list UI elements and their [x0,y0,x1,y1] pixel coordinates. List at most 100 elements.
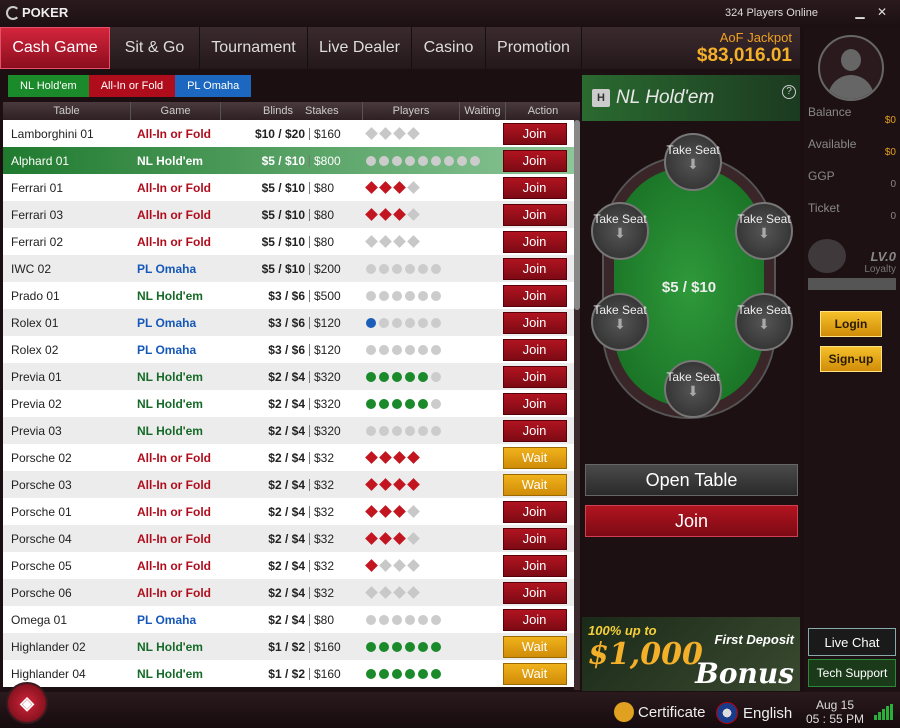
empty-seat-icon [379,127,392,140]
scrollbar-thumb[interactable] [574,120,580,310]
live-chat-button[interactable]: Live Chat [808,628,896,656]
stakes: $32 [309,559,362,572]
table-row[interactable]: Ferrari 02 All-In or Fold $5 / $10 $80 Join [3,228,574,255]
occupied-seat-icon [365,532,378,545]
tab-live-dealer[interactable]: Live Dealer [308,27,412,69]
table-row[interactable]: IWC 02 PL Omaha $5 / $10 $200 Join [3,255,574,282]
col-players[interactable]: Players [363,102,460,120]
login-button[interactable]: Login [820,311,882,337]
tab-tournament[interactable]: Tournament [200,27,308,69]
deposit-bonus-banner[interactable]: 100% up to $1,000 First Deposit Bonus [582,617,800,691]
wait-button[interactable]: Wait [502,662,567,685]
table-row[interactable]: Porsche 04 All-In or Fold $2 / $4 $32 Join [3,525,574,552]
join-button[interactable]: Join [502,500,567,523]
table-row[interactable]: Prado 01 NL Hold'em $3 / $6 $500 Join [3,282,574,309]
filter-nl-holdem[interactable]: NL Hold'em [8,75,89,97]
stakes: $80 [309,613,362,626]
tech-support-button[interactable]: Tech Support [808,659,896,687]
join-button[interactable]: Join [502,608,567,631]
tab-cash-game[interactable]: Cash Game [0,27,110,69]
take-seat-button[interactable]: Take Seat ⬇ [591,202,649,260]
close-button[interactable]: ✕ [874,5,890,19]
stakes: $200 [309,262,362,275]
take-seat-button[interactable]: Take Seat ⬇ [664,133,722,191]
join-button[interactable]: Join [502,419,567,442]
open-table-button[interactable]: Open Table [585,464,798,496]
jackpot-label: AoF Jackpot [719,30,792,45]
blinds: $2 / $4 [268,450,305,465]
join-button[interactable]: Join [502,203,567,226]
join-button[interactable]: Join [502,230,567,253]
tab-sit-and-go[interactable]: Sit & Go [110,27,200,69]
wait-button[interactable]: Wait [502,635,567,658]
help-icon[interactable]: ? [782,85,796,99]
table-row[interactable]: Porsche 03 All-In or Fold $2 / $4 $32 Wait [3,471,574,498]
language-selector[interactable]: English [716,702,792,724]
table-row[interactable]: Ferrari 03 All-In or Fold $5 / $10 $80 Join [3,201,574,228]
blinds: $2 / $4 [268,612,305,627]
table-row[interactable]: Rolex 01 PL Omaha $3 / $6 $120 Join [3,309,574,336]
table-row[interactable]: Porsche 06 All-In or Fold $2 / $4 $32 Join [3,579,574,606]
table-row[interactable]: Alphard 01 NL Hold'em $5 / $10 $800 Join [3,147,574,174]
join-button[interactable]: Join [502,149,567,172]
table-row[interactable]: Previa 01 NL Hold'em $2 / $4 $320 Join [3,363,574,390]
join-button[interactable]: Join [502,554,567,577]
occupied-seat-icon [393,532,406,545]
occupied-seat-icon [379,371,389,382]
join-button[interactable]: Join [502,365,567,388]
blinds: $5 / $10 [261,153,305,168]
account-sidebar: Balance $0 Available $0 GGP 0 Ticket 0 LV.0 … [804,27,900,692]
filter-all-in-or-fold[interactable]: All-In or Fold [88,75,176,97]
avatar[interactable] [818,35,884,101]
join-button[interactable]: Join [502,338,567,361]
table-row[interactable]: Highlander 04 NL Hold'em $1 / $2 $160 Wait [3,660,574,687]
table-row[interactable]: Ferrari 01 All-In or Fold $5 / $10 $80 Join [3,174,574,201]
signal-icon [874,704,893,720]
col-table[interactable]: Table [3,102,131,120]
col-stakes[interactable]: Stakes [301,102,363,120]
join-button[interactable]: Join [502,392,567,415]
occupied-seat-icon [392,371,402,382]
players-indicator [362,290,502,301]
col-action[interactable]: Action [506,102,580,120]
empty-seat-icon [392,344,402,355]
join-button[interactable]: Join [502,284,567,307]
take-seat-button[interactable]: Take Seat ⬇ [735,293,793,351]
col-waiting[interactable]: Waiting [460,102,506,120]
table-row[interactable]: Porsche 02 All-In or Fold $2 / $4 $32 Wait [3,444,574,471]
table-row[interactable]: Lamborghini 01 All-In or Fold $10 / $20 $16… [3,120,574,147]
join-button[interactable]: Join [502,311,567,334]
join-button[interactable]: Join [502,581,567,604]
take-seat-button[interactable]: Take Seat ⬇ [735,202,793,260]
minimize-button[interactable]: ▁ [852,5,868,19]
filter-pl-omaha[interactable]: PL Omaha [175,75,252,97]
home-logo-icon[interactable]: ◈ [6,682,48,724]
table-row[interactable]: Porsche 05 All-In or Fold $2 / $4 $32 Join [3,552,574,579]
col-blinds[interactable]: Blinds [221,102,301,120]
list-scrollbar[interactable] [574,120,580,690]
signup-button[interactable]: Sign-up [820,346,882,372]
wait-button[interactable]: Wait [502,446,567,469]
tab-promotion[interactable]: Promotion [486,27,582,69]
table-row[interactable]: Previa 03 NL Hold'em $2 / $4 $320 Join [3,417,574,444]
table-row[interactable]: Porsche 01 All-In or Fold $2 / $4 $32 Join [3,498,574,525]
take-seat-button[interactable]: Take Seat ⬇ [591,293,649,351]
certificate-link[interactable]: Certificate [614,702,706,722]
join-button[interactable]: Join [502,527,567,550]
take-seat-button[interactable]: Take Seat ⬇ [664,360,722,418]
table-name: Highlander 04 [11,666,86,681]
occupied-seat-icon [379,668,389,679]
join-button[interactable]: Join [502,257,567,280]
table-row[interactable]: Omega 01 PL Omaha $2 / $4 $80 Join [3,606,574,633]
wait-button[interactable]: Wait [502,473,567,496]
tab-casino[interactable]: Casino [412,27,486,69]
detail-join-button[interactable]: Join [585,505,798,537]
table-row[interactable]: Previa 02 NL Hold'em $2 / $4 $320 Join [3,390,574,417]
table-row[interactable]: Highlander 02 NL Hold'em $1 / $2 $160 Wait [3,633,574,660]
occupied-seat-icon [405,398,415,409]
col-game[interactable]: Game [131,102,221,120]
table-row[interactable]: Rolex 02 PL Omaha $3 / $6 $120 Join [3,336,574,363]
join-button[interactable]: Join [502,122,567,145]
players-indicator [362,425,502,436]
join-button[interactable]: Join [502,176,567,199]
